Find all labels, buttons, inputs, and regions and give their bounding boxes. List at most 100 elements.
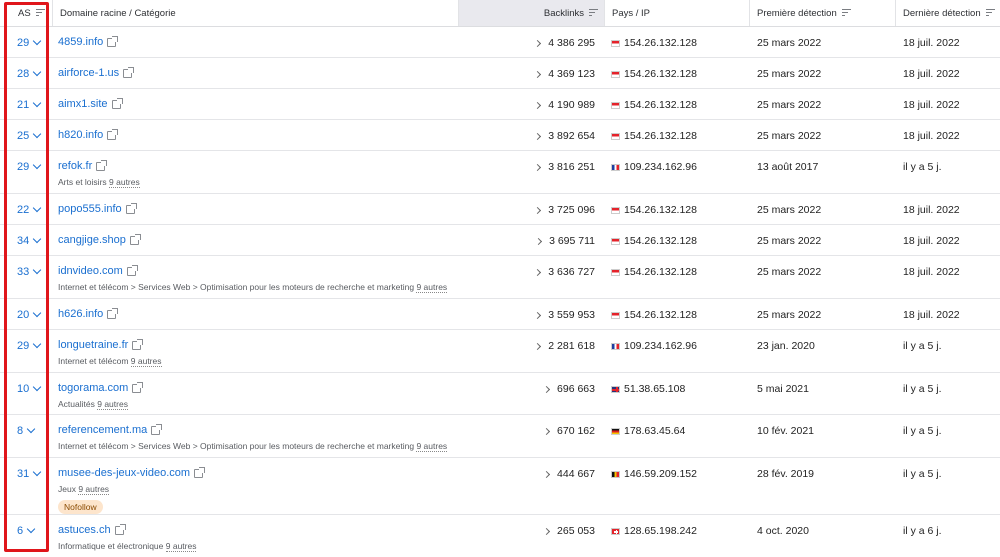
column-header-backlinks[interactable]: Backlinks	[458, 0, 604, 26]
external-link-icon[interactable]	[151, 423, 163, 435]
more-categories-link[interactable]: 9 autres	[130, 356, 162, 367]
domain-link[interactable]: idnvideo.com	[58, 264, 138, 277]
table-body: 29 4859.info 4 386 295 154.26.132.128 25 mar…	[0, 27, 1000, 557]
chevron-right-icon[interactable]	[542, 385, 551, 393]
chevron-right-icon[interactable]	[542, 527, 551, 535]
backlinks-cell[interactable]: 3 695 711	[535, 235, 595, 247]
chevron-right-icon[interactable]	[535, 237, 543, 245]
domain-link[interactable]: astuces.ch	[58, 523, 126, 536]
authority-score-toggle[interactable]: 21	[17, 98, 42, 111]
authority-score-toggle[interactable]: 29	[17, 160, 42, 173]
column-header-first-seen[interactable]: Première détection	[749, 0, 895, 26]
backlinks-cell[interactable]: 265 053	[542, 525, 595, 537]
authority-score-toggle[interactable]: 29	[17, 36, 42, 49]
authority-score-toggle[interactable]: 10	[17, 382, 42, 395]
chevron-right-icon[interactable]	[534, 163, 542, 171]
last-seen-date: il y a 5 j.	[903, 468, 942, 480]
more-categories-link[interactable]: 9 autres	[416, 441, 448, 452]
domain-link[interactable]: musee-des-jeux-video.com	[58, 466, 206, 479]
authority-score-toggle[interactable]: 8	[17, 424, 36, 437]
authority-score-toggle[interactable]: 20	[17, 308, 42, 321]
backlinks-cell[interactable]: 3 892 654	[534, 130, 595, 142]
external-link-icon[interactable]	[96, 159, 108, 171]
authority-score-toggle[interactable]: 33	[17, 265, 42, 278]
backlinks-cell[interactable]: 4 190 989	[534, 99, 595, 111]
first-seen-date: 25 mars 2022	[757, 37, 822, 49]
sort-icon[interactable]	[589, 9, 598, 17]
table-row: 21 aimx1.site 4 190 989 154.26.132.128 25 ma…	[0, 89, 1000, 120]
authority-score-toggle[interactable]: 29	[17, 339, 42, 352]
chevron-right-icon[interactable]	[534, 70, 542, 78]
external-link-icon[interactable]	[125, 202, 137, 214]
external-link-icon[interactable]	[114, 523, 126, 535]
external-link-icon[interactable]	[111, 97, 123, 109]
authority-score-toggle[interactable]: 28	[17, 67, 42, 80]
authority-score-toggle[interactable]: 25	[17, 129, 42, 142]
backlinks-cell[interactable]: 3 636 727	[534, 266, 595, 278]
backlinks-cell[interactable]: 2 281 618	[534, 340, 595, 352]
authority-score-toggle[interactable]: 22	[17, 203, 42, 216]
sort-icon[interactable]	[985, 9, 995, 17]
domain-link[interactable]: refok.fr	[58, 159, 108, 172]
sort-icon[interactable]	[35, 9, 45, 17]
authority-score-toggle[interactable]: 6	[17, 524, 36, 537]
more-categories-link[interactable]: 9 autres	[78, 484, 110, 495]
domain-cell: aimx1.site	[58, 97, 123, 110]
domain-link[interactable]: 4859.info	[58, 35, 119, 48]
external-link-icon[interactable]	[107, 35, 119, 47]
chevron-right-icon[interactable]	[534, 132, 542, 140]
authority-score-toggle[interactable]: 31	[17, 467, 42, 480]
authority-score-toggle[interactable]: 34	[17, 234, 42, 247]
column-header-domain[interactable]: Domaine racine / Catégorie	[52, 0, 458, 26]
more-categories-link[interactable]: 9 autres	[109, 177, 140, 188]
column-header-as[interactable]: AS	[0, 0, 53, 26]
more-categories-link[interactable]: 9 autres	[416, 282, 448, 293]
backlinks-cell[interactable]: 3 725 096	[534, 204, 595, 216]
external-link-icon[interactable]	[107, 307, 119, 319]
ip-address: 154.26.132.128	[624, 309, 697, 321]
domain-link[interactable]: airforce-1.us	[58, 66, 135, 79]
domain-link[interactable]: cangjige.shop	[58, 233, 141, 246]
backlinks-cell[interactable]: 3 816 251	[534, 161, 595, 173]
more-categories-link[interactable]: 9 autres	[165, 541, 197, 552]
external-link-icon[interactable]	[126, 264, 138, 276]
external-link-icon[interactable]	[107, 128, 119, 140]
external-link-icon[interactable]	[129, 233, 141, 245]
chevron-right-icon[interactable]	[534, 206, 542, 214]
domain-link[interactable]: h626.info	[58, 307, 119, 320]
column-header-country-ip[interactable]: Pays / IP	[604, 0, 749, 26]
backlinks-cell[interactable]: 444 667	[542, 468, 595, 480]
chevron-right-icon[interactable]	[534, 39, 542, 47]
chevron-right-icon[interactable]	[542, 470, 551, 478]
authority-score-value: 29	[17, 340, 30, 352]
sort-icon[interactable]	[841, 9, 851, 17]
domain-link[interactable]: referencement.ma	[58, 423, 163, 436]
domain-link[interactable]: longuetraine.fr	[58, 338, 144, 351]
domain-name: aimx1.site	[58, 98, 108, 110]
domain-link[interactable]: h820.info	[58, 128, 119, 141]
backlinks-cell[interactable]: 670 162	[542, 425, 595, 437]
domain-link[interactable]: aimx1.site	[58, 97, 123, 110]
table-row: 31 musee-des-jeux-video.com Jeux 9 autres N…	[0, 458, 1000, 515]
backlinks-cell[interactable]: 4 369 123	[534, 68, 595, 80]
country-ip-cell: 154.26.132.128	[611, 204, 697, 216]
external-link-icon[interactable]	[132, 338, 144, 350]
external-link-icon[interactable]	[194, 466, 206, 478]
chevron-right-icon[interactable]	[534, 101, 542, 109]
domain-link[interactable]: popo555.info	[58, 202, 137, 215]
external-link-icon[interactable]	[123, 66, 135, 78]
domain-link[interactable]: togorama.com	[58, 381, 144, 394]
chevron-right-icon[interactable]	[534, 268, 542, 276]
more-categories-link[interactable]: 9 autres	[97, 399, 128, 410]
chevron-right-icon[interactable]	[534, 342, 542, 350]
first-seen-date: 10 fév. 2021	[757, 425, 815, 437]
chevron-right-icon[interactable]	[534, 311, 542, 319]
backlinks-cell[interactable]: 3 559 953	[534, 309, 595, 321]
backlinks-cell[interactable]: 4 386 295	[534, 37, 595, 49]
backlinks-count: 3 636 727	[548, 266, 595, 278]
column-header-last-seen[interactable]: Dernière détection	[895, 0, 1000, 26]
chevron-right-icon[interactable]	[542, 427, 551, 435]
country-ip-cell: 154.26.132.128	[611, 235, 697, 247]
external-link-icon[interactable]	[132, 381, 144, 393]
backlinks-cell[interactable]: 696 663	[542, 383, 595, 395]
